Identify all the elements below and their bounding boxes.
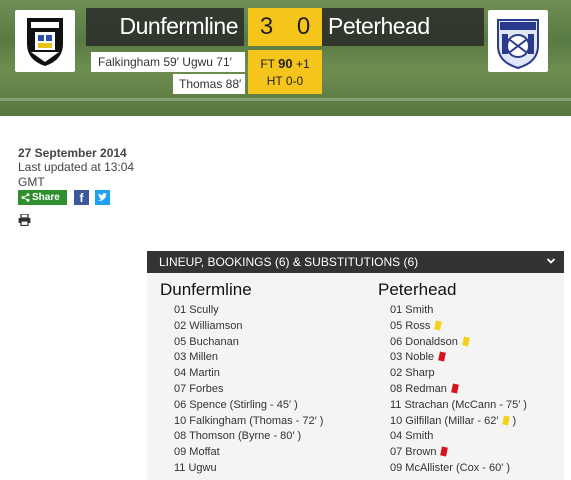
player-name: 11 Strachan (McCann - 75′ ) [390, 398, 527, 411]
player-name: 04 Smith [390, 430, 434, 443]
player-row[interactable]: 06 Donaldson [390, 335, 527, 351]
lineup-toggle-bar[interactable]: LINEUP, BOOKINGS (6) & SUBSTITUTIONS (6) [147, 251, 564, 273]
chevron-down-icon[interactable] [546, 256, 556, 266]
player-name: 05 Ross [390, 319, 431, 332]
home-scorers-line1: Falkingham 59′ Ugwu 71′ [91, 52, 245, 72]
player-row[interactable]: 02 Williamson [174, 319, 323, 335]
player-sub-suffix: ) [512, 414, 517, 427]
home-player-list: 01 Scully 02 Williamson 05 Buchanan 03 M… [174, 303, 323, 477]
player-name: 03 Noble [390, 351, 435, 364]
player-name: 07 Brown [390, 446, 437, 459]
player-row[interactable]: 05 Ross [390, 319, 527, 335]
player-row[interactable]: 03 Millen [174, 350, 323, 366]
share-button[interactable]: Share [18, 190, 67, 205]
ft-label: FT [260, 57, 275, 71]
share-label: Share [32, 192, 60, 203]
player-row[interactable]: 01 Smith [390, 303, 527, 319]
red-card-icon [440, 446, 449, 457]
home-team-name[interactable]: Dunfermline [120, 13, 239, 40]
away-crest[interactable] [488, 10, 548, 72]
player-row[interactable]: 07 Brown [390, 445, 527, 461]
away-player-list: 01 Smith 05 Ross 06 Donaldson 03 Noble 0… [390, 303, 527, 477]
player-row[interactable]: 10 Falkingham (Thomas - 72′ ) [174, 414, 323, 430]
last-updated: Last updated at 13:04 GMT [18, 160, 135, 189]
ft-added-time: +1 [295, 57, 310, 71]
yellow-card-icon [502, 415, 511, 426]
home-scorers-line2: Thomas 88′ [173, 74, 245, 94]
yellow-card-icon [434, 320, 443, 331]
printer-glyph [18, 213, 31, 227]
player-name: 08 Redman [390, 382, 447, 395]
player-name: 09 McAllister (Cox - 60′ ) [390, 461, 511, 474]
player-row[interactable]: 02 Sharp [390, 366, 527, 382]
home-lineup-title: Dunfermline [160, 280, 252, 299]
player-row[interactable]: 06 Spence (Stirling - 45′ ) [174, 398, 323, 414]
away-score: 0 [285, 8, 322, 46]
away-lineup-title: Peterhead [378, 280, 457, 299]
player-row[interactable]: 04 Martin [174, 366, 323, 382]
player-row[interactable]: 08 Redman [390, 382, 527, 398]
match-status: FT 90 +1 HT 0-0 [248, 50, 322, 94]
player-row[interactable]: 10 Gilfillan (Millar - 62′ ) [390, 414, 527, 430]
pitch-stripe [0, 98, 571, 101]
player-row[interactable]: 05 Buchanan [174, 335, 323, 351]
player-name: 06 Donaldson [390, 335, 458, 348]
player-row[interactable]: 08 Thomson (Byrne - 80′ ) [174, 429, 323, 445]
twitter-bird-glyph [98, 193, 108, 201]
lineup-header-label: LINEUP, BOOKINGS (6) & SUBSTITUTIONS (6) [159, 255, 419, 269]
peterhead-crest-icon [497, 19, 539, 70]
player-name: 02 Sharp [390, 367, 435, 380]
facebook-icon[interactable]: f [74, 190, 89, 205]
dunfermline-crest-icon [27, 18, 63, 66]
ft-minutes: 90 [278, 56, 293, 71]
away-team-bar: Peterhead [322, 8, 484, 46]
player-row[interactable]: 09 McAllister (Cox - 60′ ) [390, 461, 527, 477]
full-time-line: FT 90 +1 [248, 55, 322, 73]
match-header: Dunfermline 3 0 Peterhead Falkingham 59′… [0, 0, 571, 116]
home-score: 3 [248, 8, 285, 46]
match-date: 27 September 2014 [18, 146, 127, 160]
player-row[interactable]: 07 Forbes [174, 382, 323, 398]
half-time-score: HT 0-0 [266, 74, 304, 88]
red-card-icon [451, 383, 459, 394]
home-team-bar: Dunfermline [86, 8, 244, 46]
player-row[interactable]: 11 Ugwu [174, 461, 323, 477]
twitter-icon[interactable] [95, 190, 110, 205]
away-team-name[interactable]: Peterhead [328, 13, 430, 40]
player-row[interactable]: 01 Scully [174, 303, 323, 319]
print-icon[interactable] [18, 213, 31, 227]
share-icon [21, 193, 30, 202]
player-row[interactable]: 11 Strachan (McCann - 75′ ) [390, 398, 527, 414]
player-row[interactable]: 04 Smith [390, 429, 527, 445]
player-row[interactable]: 09 Moffat [174, 445, 323, 461]
home-crest[interactable] [15, 10, 75, 72]
player-row[interactable]: 03 Noble [390, 350, 527, 366]
red-card-icon [438, 351, 446, 362]
yellow-card-icon [462, 336, 470, 347]
player-name: 10 Gilfillan (Millar - 62′ [390, 414, 499, 427]
player-name: 01 Smith [390, 304, 434, 316]
